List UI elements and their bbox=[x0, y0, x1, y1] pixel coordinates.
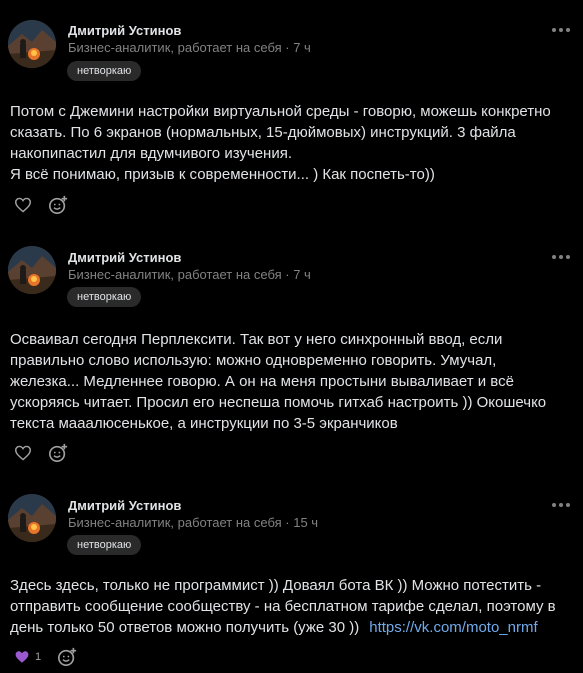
status-badge[interactable]: нетворкаю bbox=[67, 535, 142, 555]
author-subtitle: Бизнес-аналитик, работает на себя · 7 ч bbox=[68, 40, 311, 55]
like-button[interactable] bbox=[14, 445, 32, 461]
status-badge[interactable]: нетворкаю bbox=[67, 61, 142, 81]
avatar[interactable] bbox=[8, 20, 56, 68]
status-badge[interactable]: нетворкаю bbox=[67, 287, 142, 307]
author-subtitle: Бизнес-аналитик, работает на себя · 15 ч bbox=[68, 515, 319, 530]
post-link[interactable]: https://vk.com/moto_nrmf bbox=[369, 619, 537, 636]
add-reaction-icon bbox=[49, 443, 68, 462]
author-subtitle: Бизнес-аналитик, работает на себя · 7 ч bbox=[68, 267, 311, 282]
post-text-line: Потом с Джемини настройки виртуальной ср… bbox=[10, 103, 551, 120]
avatar[interactable] bbox=[8, 246, 56, 294]
post-text-segment: день только 50 ответов можно получить (у… bbox=[10, 619, 360, 636]
author-name[interactable]: Дмитрий Устинов bbox=[68, 23, 181, 38]
heart-outline-icon bbox=[14, 197, 32, 213]
post-text-line: ускоряясь читает. Просил его неспеша пом… bbox=[10, 394, 547, 411]
author-name[interactable]: Дмитрий Устинов bbox=[68, 250, 181, 265]
post-text: Потом с Джемини настройки виртуальной ср… bbox=[10, 101, 575, 185]
post-text-line: отправить сообщение сообществу - на бесп… bbox=[10, 598, 556, 615]
more-options-icon[interactable] bbox=[552, 27, 570, 33]
post-text-line: Осваивал сегодня Перплексити. Так вот у … bbox=[10, 331, 503, 348]
post-actions bbox=[14, 443, 68, 463]
add-reaction-button[interactable] bbox=[48, 195, 68, 215]
author-name[interactable]: Дмитрий Устинов bbox=[68, 498, 181, 513]
like-button[interactable]: 1 bbox=[14, 650, 41, 664]
post-text-line: железка... Медленнее говорю. А он на мен… bbox=[10, 373, 514, 390]
post-actions bbox=[14, 195, 68, 215]
post-text-line: сказать. По 6 экранов (нормальных, 15-дю… bbox=[10, 124, 516, 141]
like-button[interactable] bbox=[14, 197, 32, 213]
post-text-line: Здесь здесь, только не программист )) До… bbox=[10, 577, 542, 594]
add-reaction-button[interactable] bbox=[57, 647, 77, 667]
like-count: 1 bbox=[35, 651, 42, 663]
heart-outline-icon bbox=[14, 445, 32, 461]
post-text-line: день только 50 ответов можно получить (у… bbox=[10, 617, 575, 638]
add-reaction-icon bbox=[58, 647, 77, 666]
post-card: Дмитрий Устинов Бизнес-аналитик, работае… bbox=[0, 0, 583, 230]
more-options-icon[interactable] bbox=[552, 254, 570, 260]
add-reaction-icon bbox=[49, 195, 68, 214]
post-text-line: Я всё понимаю, призыв к современности...… bbox=[10, 166, 435, 183]
post-actions: 1 bbox=[14, 647, 77, 667]
post-card: Дмитрий Устинов Бизнес-аналитик, работае… bbox=[0, 230, 583, 480]
post-text-line: правильно слово использую: можно одновре… bbox=[10, 352, 497, 369]
avatar[interactable] bbox=[8, 494, 56, 542]
purple-heart-icon bbox=[15, 651, 29, 663]
post-text: Осваивал сегодня Перплексити. Так вот у … bbox=[10, 329, 575, 434]
feed: Дмитрий Устинов Бизнес-аналитик, работае… bbox=[0, 0, 583, 673]
post-card: Дмитрий Устинов Бизнес-аналитик, работае… bbox=[0, 480, 583, 673]
post-text-line: накопипастил для вдумчивого изучения. bbox=[10, 145, 293, 162]
more-options-icon[interactable] bbox=[552, 502, 570, 508]
add-reaction-button[interactable] bbox=[48, 443, 68, 463]
post-text: Здесь здесь, только не программист )) До… bbox=[10, 575, 575, 638]
post-text-line: текста маaaлюсенькое, а инструкции по 3-… bbox=[10, 415, 398, 432]
